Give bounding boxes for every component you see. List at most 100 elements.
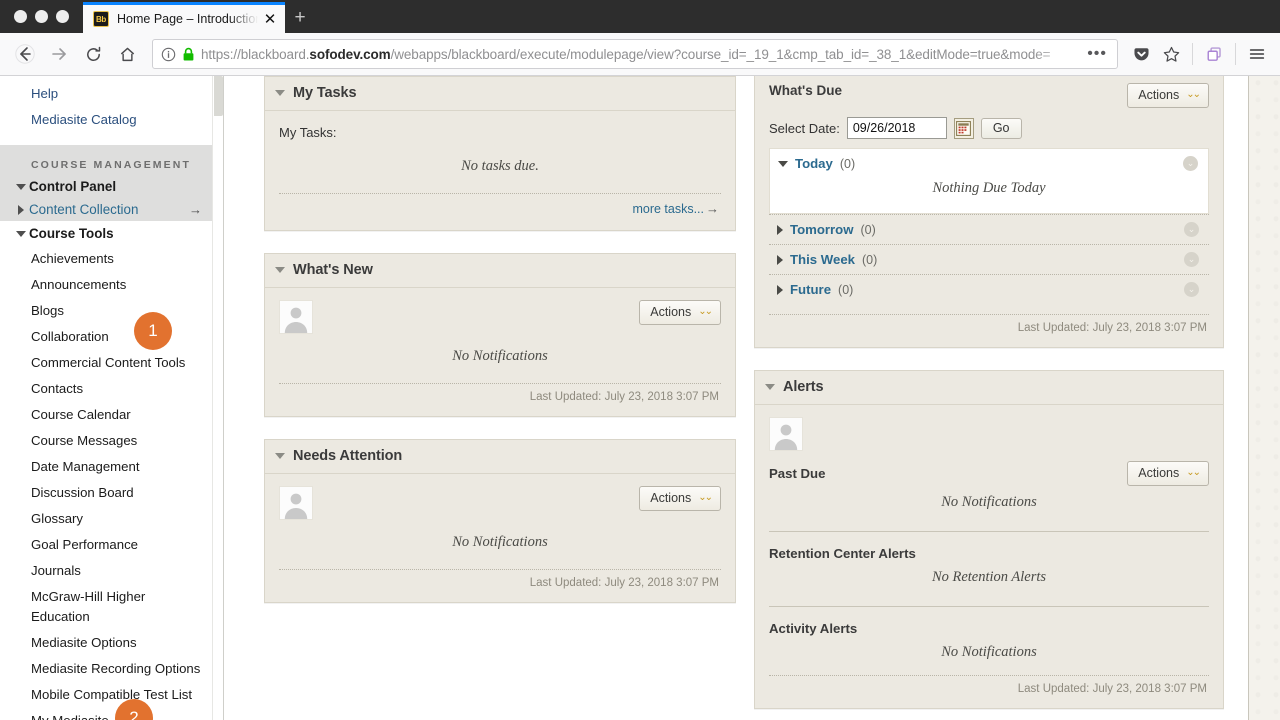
chevron-down-icon[interactable] (778, 160, 788, 167)
chevron-right-icon[interactable] (777, 254, 783, 265)
sidebar-tool-item[interactable]: My Mediasite (0, 708, 212, 720)
chevron-right-icon[interactable] (777, 284, 783, 295)
due-group-toggle[interactable]: Future (0) ⌄ (769, 275, 1209, 304)
my-tasks-header[interactable]: My Tasks (265, 77, 735, 111)
close-window-button[interactable] (14, 10, 27, 23)
content-collection-arrow-icon[interactable]: → (189, 202, 202, 217)
sidebar-tool-item[interactable]: Course Calendar (0, 402, 212, 428)
alerts-actions-button[interactable]: Actions ⌄⌄ (1127, 461, 1209, 486)
collapse-icon[interactable] (275, 267, 285, 273)
sidebar-tool-item[interactable]: Date Management (0, 454, 212, 480)
sidebar-tool-item[interactable]: Commercial Content Tools (0, 350, 212, 376)
due-group-toggle[interactable]: Today (0) ⌄ (770, 149, 1208, 178)
sidebar-tool-item[interactable]: Glossary (0, 506, 212, 532)
sidebar-tool-item[interactable]: Announcements (0, 272, 212, 298)
due-group: This Week (0) ⌄ (769, 245, 1209, 274)
due-group-name: Future (790, 282, 832, 297)
sidebar-tool-item[interactable]: Mobile Compatible Test List (0, 682, 212, 708)
whats-new-empty: No Notifications (452, 348, 548, 364)
due-group-expand-icon[interactable]: ⌄ (1184, 222, 1199, 237)
page-actions-icon[interactable]: ••• (1083, 45, 1111, 63)
sidebar-tool-item[interactable]: Course Messages (0, 428, 212, 454)
container-tabs-icon[interactable] (1201, 40, 1227, 68)
tab-title: Home Page – Introduction to M (117, 12, 261, 26)
sidebar-item-mediasite-catalog[interactable]: Mediasite Catalog (0, 107, 212, 133)
sidebar-resize-handle[interactable] (212, 76, 224, 720)
due-group-toggle[interactable]: Tomorrow (0) ⌄ (769, 215, 1209, 244)
reload-icon[interactable] (78, 39, 108, 69)
sidebar-tool-item[interactable]: McGraw-Hill Higher Education (0, 584, 212, 630)
chevron-down-icon: ⌄⌄ (1186, 89, 1201, 100)
activity-alerts-label: Activity Alerts (769, 621, 858, 636)
forward-arrow-icon[interactable] (44, 39, 74, 69)
alerts-header[interactable]: Alerts (755, 371, 1223, 405)
bookmark-star-icon[interactable] (1158, 40, 1184, 68)
more-tasks-link[interactable]: more tasks... → (279, 194, 721, 222)
module-needs-attention: Needs Attention Actions ⌄⌄ No Notificati… (264, 439, 736, 603)
needs-attention-last-updated: Last Updated: July 23, 2018 3:07 PM (529, 577, 719, 589)
sidebar-item-control-panel[interactable]: Control Panel (0, 175, 212, 198)
select-date-label: Select Date: (769, 120, 840, 136)
needs-attention-header[interactable]: Needs Attention (265, 440, 735, 474)
left-module-column: My Tasks My Tasks: No tasks due. more ta… (264, 76, 736, 709)
collapse-icon[interactable] (765, 384, 775, 390)
close-tab-icon[interactable]: ✕ (261, 10, 279, 28)
calendar-picker-icon[interactable] (953, 117, 974, 139)
whats-new-actions-button[interactable]: Actions ⌄⌄ (639, 300, 721, 325)
sidebar-tool-item[interactable]: Collaboration (0, 324, 212, 350)
minimize-window-button[interactable] (35, 10, 48, 23)
sidebar-tool-item[interactable]: Contacts (0, 376, 212, 402)
collapse-icon[interactable] (275, 453, 285, 459)
due-group: Tomorrow (0) ⌄ (769, 215, 1209, 244)
whats-due-actions-button[interactable]: Actions ⌄⌄ (1127, 83, 1209, 108)
chevron-down-icon: ⌄⌄ (1186, 467, 1201, 478)
window-controls[interactable] (0, 0, 83, 33)
pocket-icon[interactable] (1128, 40, 1154, 68)
due-group-expand-icon[interactable]: ⌄ (1183, 156, 1198, 171)
needs-attention-actions-button[interactable]: Actions ⌄⌄ (639, 486, 721, 511)
go-button[interactable]: Go (980, 117, 1022, 139)
due-group: Today (0) ⌄ Nothing Due Today (769, 148, 1209, 214)
sidebar-item-content-collection[interactable]: Content Collection → (0, 198, 212, 221)
right-module-column: What's Due Actions ⌄⌄ Select Date: 09/26… (754, 76, 1224, 709)
collapse-icon[interactable] (275, 90, 285, 96)
due-group-expand-icon[interactable]: ⌄ (1184, 282, 1199, 297)
chevron-down-icon[interactable] (12, 183, 29, 190)
url-text[interactable]: https://blackboard.sofodev.com/webapps/b… (201, 47, 1077, 62)
sidebar-tool-item[interactable]: Blogs (0, 298, 212, 324)
module-whats-new: What's New Actions ⌄⌄ No Notifications L… (264, 253, 736, 417)
actions-label: Actions (1138, 466, 1180, 480)
select-date-input[interactable] (846, 117, 947, 139)
chevron-right-icon[interactable] (12, 204, 29, 215)
arrow-right-icon: → (706, 201, 719, 216)
sidebar-tool-item[interactable]: Discussion Board (0, 480, 212, 506)
sidebar-tool-item[interactable]: Achievements (0, 246, 212, 272)
due-group-expand-icon[interactable]: ⌄ (1184, 252, 1199, 267)
actions-label: Actions (1138, 88, 1180, 102)
maximize-window-button[interactable] (56, 10, 69, 23)
url-bar[interactable]: https://blackboard.sofodev.com/webapps/b… (152, 39, 1118, 69)
hamburger-menu-icon[interactable] (1244, 40, 1270, 68)
content-collection-label: Content Collection (29, 202, 139, 217)
my-tasks-title: My Tasks (293, 85, 357, 101)
new-tab-button[interactable]: + (285, 2, 315, 33)
site-info-icon[interactable] (161, 47, 176, 62)
sidebar-item-help[interactable]: Help (0, 81, 212, 107)
home-icon[interactable] (112, 39, 142, 69)
annotation-badge-1: 1 (134, 312, 172, 350)
chevron-down-icon-tools[interactable] (12, 230, 29, 237)
browser-tab[interactable]: Bb Home Page – Introduction to M ✕ (83, 2, 285, 33)
main-content: My Tasks My Tasks: No tasks due. more ta… (224, 76, 1280, 720)
whats-due-body: What's Due Actions ⌄⌄ Select Date: 09/26… (755, 76, 1223, 347)
sidebar-item-course-tools[interactable]: Course Tools (0, 221, 212, 246)
due-group-toggle[interactable]: This Week (0) ⌄ (769, 245, 1209, 274)
my-tasks-empty: No tasks due. (461, 158, 539, 174)
sidebar-tool-item[interactable]: Goal Performance (0, 532, 212, 558)
sidebar-tool-item[interactable]: Mediasite Options (0, 630, 212, 656)
chevron-right-icon[interactable] (777, 224, 783, 235)
back-arrow-icon[interactable] (10, 39, 40, 69)
sidebar-tool-item[interactable]: Journals (0, 558, 212, 584)
whats-new-header[interactable]: What's New (265, 254, 735, 288)
sidebar-tool-item[interactable]: Mediasite Recording Options (0, 656, 212, 682)
select-date-row: Select Date: Go (769, 117, 1209, 139)
